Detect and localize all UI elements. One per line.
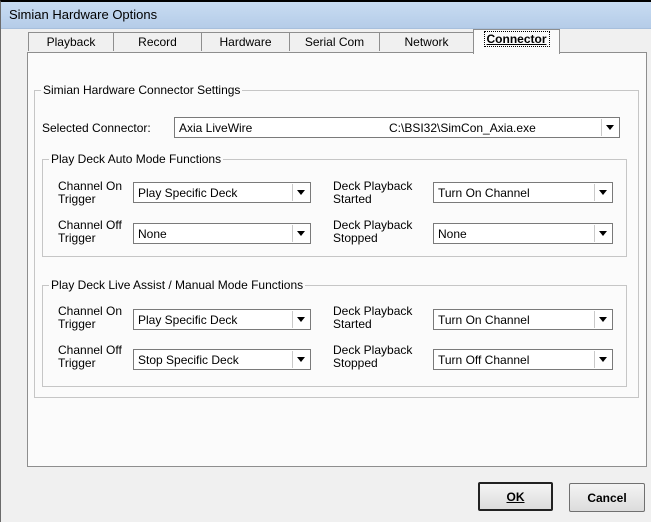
tab-label: Connector <box>483 31 550 47</box>
chevron-down-icon[interactable] <box>594 311 611 328</box>
manual-deck-playback-started-dropdown[interactable]: Turn On Channel <box>433 309 613 330</box>
chevron-down-icon[interactable] <box>594 225 611 242</box>
auto-channel-off-trigger-dropdown[interactable]: None <box>133 223 311 244</box>
auto-channel-on-trigger-dropdown[interactable]: Play Specific Deck <box>133 182 311 203</box>
auto-channel-on-trigger-label: Channel On Trigger <box>58 179 123 206</box>
auto-deck-playback-started-dropdown[interactable]: Turn On Channel <box>433 182 613 203</box>
dropdown-value: Play Specific Deck <box>138 186 238 200</box>
chevron-down-icon[interactable] <box>594 351 611 368</box>
group-legend: Simian Hardware Connector Settings <box>43 83 241 97</box>
tab-serial-com[interactable]: Serial Com <box>289 32 380 51</box>
tab-label: Network <box>404 35 449 49</box>
dropdown-value: None <box>438 227 467 241</box>
tab-strip: Playback Record Hardware Serial Com Netw… <box>28 29 628 54</box>
selected-connector-label: Selected Connector: <box>42 121 151 135</box>
manual-deck-playback-stopped-label: Deck Playback Stopped <box>333 343 413 370</box>
window-title: Simian Hardware Options <box>9 7 158 22</box>
chevron-down-icon[interactable] <box>292 225 309 242</box>
tab-connector[interactable]: Connector <box>473 29 560 54</box>
auto-deck-playback-started-label: Deck Playback Started <box>333 179 413 206</box>
selected-connector-dropdown[interactable]: Axia LiveWire C:\BSI32\SimCon_Axia.exe <box>174 117 620 138</box>
chevron-down-icon[interactable] <box>292 184 309 201</box>
chevron-down-icon[interactable] <box>292 351 309 368</box>
ok-button-label: OK <box>506 489 525 504</box>
dropdown-value: Turn On Channel <box>438 313 530 327</box>
cancel-button-label: Cancel <box>587 490 627 505</box>
chevron-down-icon[interactable] <box>601 119 618 136</box>
dropdown-value: Turn On Channel <box>438 186 530 200</box>
chevron-down-icon[interactable] <box>594 184 611 201</box>
connector-tab-panel: Simian Hardware Connector Settings Selec… <box>27 52 647 467</box>
cancel-button[interactable]: Cancel <box>569 483 645 512</box>
tab-label: Playback <box>46 35 96 49</box>
manual-channel-off-trigger-label: Channel Off Trigger <box>58 343 122 370</box>
connector-name: Axia LiveWire <box>179 121 253 135</box>
tab-label: Hardware <box>219 35 272 49</box>
ok-button[interactable]: OK <box>478 482 553 511</box>
connector-path: C:\BSI32\SimCon_Axia.exe <box>389 121 536 135</box>
dropdown-value: Turn Off Channel <box>438 353 530 367</box>
tab-record[interactable]: Record <box>113 32 202 51</box>
tab-network[interactable]: Network <box>379 32 474 51</box>
manual-channel-off-trigger-dropdown[interactable]: Stop Specific Deck <box>133 349 311 370</box>
dropdown-value: Play Specific Deck <box>138 313 238 327</box>
title-bar: Simian Hardware Options <box>1 2 651 29</box>
auto-channel-off-trigger-label: Channel Off Trigger <box>58 218 122 245</box>
manual-deck-playback-stopped-dropdown[interactable]: Turn Off Channel <box>433 349 613 370</box>
group-legend: Play Deck Live Assist / Manual Mode Func… <box>51 278 304 292</box>
manual-channel-on-trigger-dropdown[interactable]: Play Specific Deck <box>133 309 311 330</box>
tab-playback[interactable]: Playback <box>28 32 114 51</box>
auto-deck-playback-stopped-dropdown[interactable]: None <box>433 223 613 244</box>
tab-label: Serial Com <box>304 35 365 49</box>
hardware-options-window: Simian Hardware Options Playback Record … <box>0 0 651 522</box>
manual-deck-playback-started-label: Deck Playback Started <box>333 304 413 331</box>
tab-label: Record <box>138 35 177 49</box>
group-legend: Play Deck Auto Mode Functions <box>51 152 222 166</box>
auto-deck-playback-stopped-label: Deck Playback Stopped <box>333 218 413 245</box>
manual-mode-group: Play Deck Live Assist / Manual Mode Func… <box>42 278 627 387</box>
tab-hardware[interactable]: Hardware <box>201 32 290 51</box>
dropdown-value: None <box>138 227 167 241</box>
manual-channel-on-trigger-label: Channel On Trigger <box>58 304 123 331</box>
chevron-down-icon[interactable] <box>292 311 309 328</box>
dropdown-value: Stop Specific Deck <box>138 353 239 367</box>
